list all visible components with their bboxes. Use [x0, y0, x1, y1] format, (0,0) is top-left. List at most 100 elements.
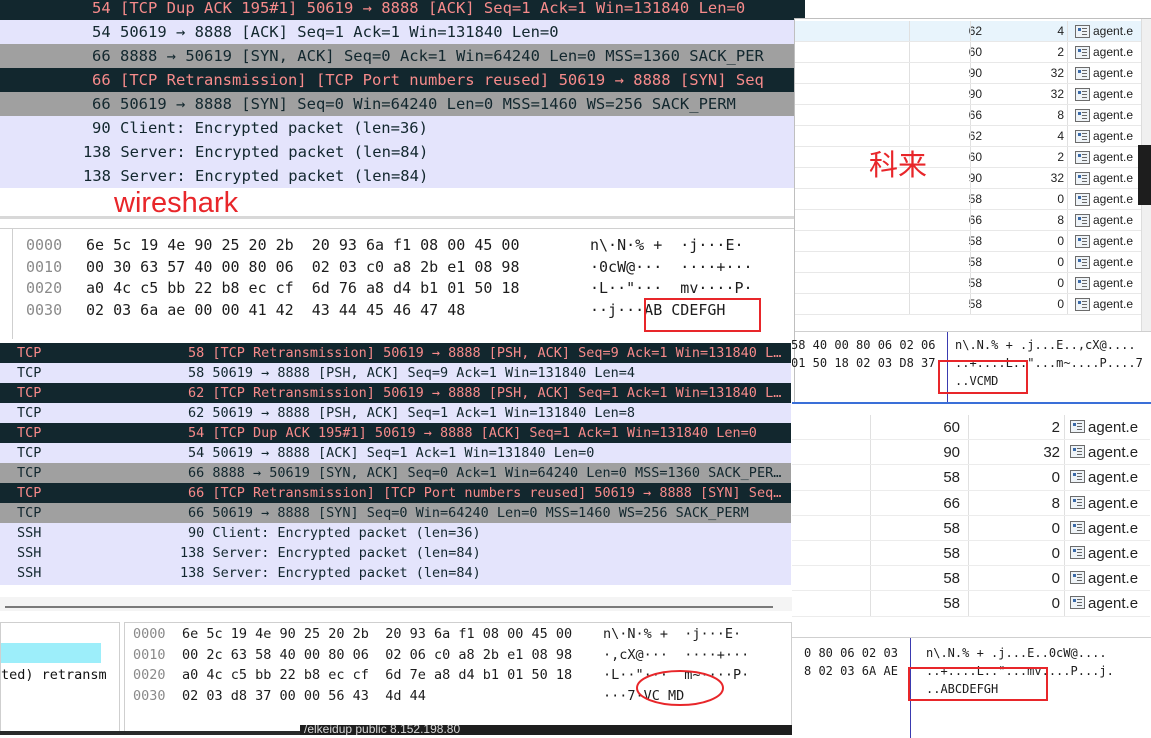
highlight-box-abcdefgh [644, 298, 761, 332]
kelai-row[interactable]: 58 0 agent.e [795, 252, 1142, 273]
packet-row[interactable]: TCP 58 [TCP Retransmission] 50619 → 8888 … [0, 343, 791, 363]
process-icon [1070, 571, 1085, 585]
process-name: agent.e [1093, 150, 1134, 164]
packet-row[interactable]: 66 [TCP Retransmission] [TCP Port number… [0, 68, 805, 92]
packet-info: 54 [TCP Dup ACK 195#1] 50619 → 8888 [ACK… [92, 0, 746, 17]
column-divider [968, 465, 969, 490]
packet-info: 66 8888 → 50619 [SYN, ACK] Seq=0 Ack=1 W… [92, 47, 764, 65]
column-divider [970, 168, 971, 188]
column-divider [909, 63, 910, 83]
column-divider [968, 591, 969, 616]
process-name: agent.e [1088, 444, 1139, 462]
packet-row[interactable]: TCP 66 50619 → 8888 [SYN] Seq=0 Win=64240… [0, 503, 791, 523]
payload-length: 8 [1057, 213, 1064, 227]
kelai-row[interactable]: 62 4 agent.e [795, 126, 1142, 147]
kelai-row[interactable]: 58 0 agent.e [792, 515, 1150, 541]
packet-row[interactable]: TCP 54 [TCP Dup ACK 195#1] 50619 → 8888 [… [0, 423, 791, 443]
kelai-row[interactable]: 90 32 agent.e [795, 63, 1142, 84]
packet-row[interactable]: TCP 54 50619 → 8888 [ACK] Seq=1 Ack=1 Win… [0, 443, 791, 463]
payload-length: 32 [1050, 171, 1064, 185]
column-divider [909, 84, 910, 104]
hex-ascii: ·0cW@··· ····+··· [590, 257, 753, 276]
highlight-box-abcdefgh-kelai [908, 667, 1048, 701]
kelai-row[interactable]: 58 0 agent.e [795, 231, 1142, 252]
packet-info: 138 Server: Encrypted packet (len=84) [180, 545, 481, 561]
kelai-row[interactable]: 60 2 agent.e [795, 42, 1142, 63]
column-divider [970, 21, 971, 41]
column-divider [1067, 252, 1068, 272]
column-divider [1064, 591, 1065, 616]
packet-row[interactable]: SSH 138 Server: Encrypted packet (len=84) [0, 543, 791, 563]
kelai-row[interactable]: 90 32 agent.e [795, 84, 1142, 105]
packet-row[interactable]: TCP 66 [TCP Retransmission] [TCP Port num… [0, 483, 791, 503]
payload-length: 32 [1043, 444, 1060, 462]
process-icon [1075, 172, 1090, 185]
hex-bytes: 6e 5c 19 4e 90 25 20 2b 20 93 6a f1 08 0… [182, 626, 573, 642]
packet-row[interactable]: SSH 138 Server: Encrypted packet (len=84) [0, 563, 791, 583]
kelai-row[interactable]: 60 2 agent.e [792, 415, 1150, 441]
process-icon [1075, 130, 1090, 143]
highlight-box-vcmd [938, 360, 1028, 394]
process-icon [1075, 298, 1090, 311]
hex-bytes: 6e 5c 19 4e 90 25 20 2b 20 93 6a f1 08 0… [86, 236, 520, 254]
pane-separator [0, 216, 805, 219]
payload-length: 0 [1051, 519, 1060, 537]
kelai-row[interactable]: 66 8 agent.e [795, 105, 1142, 126]
packet-row[interactable]: 54 [TCP Dup ACK 195#1] 50619 → 8888 [ACK… [0, 0, 805, 20]
process-icon [1075, 25, 1090, 38]
packet-row[interactable]: SSH 90 Client: Encrypted packet (len=36) [0, 523, 791, 543]
packet-row[interactable]: 54 50619 → 8888 [ACK] Seq=1 Ack=1 Win=13… [0, 20, 805, 44]
kelai-row[interactable]: 58 0 agent.e [792, 541, 1150, 567]
packet-row[interactable]: TCP 58 50619 → 8888 [PSH, ACK] Seq=9 Ack=… [0, 363, 791, 383]
hex-ascii: ·L··"··· mv····P· [590, 279, 753, 297]
payload-length: 2 [1057, 150, 1064, 164]
packet-protocol: TCP [17, 485, 42, 501]
packet-row[interactable]: 66 8888 → 50619 [SYN, ACK] Seq=0 Ack=1 W… [0, 44, 805, 68]
kelai-row[interactable]: 58 0 agent.e [792, 566, 1150, 592]
kelai-row[interactable]: 90 32 agent.e [792, 440, 1150, 466]
kelai-row[interactable]: 90 32 agent.e [795, 168, 1142, 189]
column-divider [1064, 566, 1065, 591]
hex-bytes: a0 4c c5 bb 22 b8 ec cf 6d 7e a8 d4 b1 0… [182, 667, 573, 683]
kelai-hex-bytes: 58 40 00 80 06 02 06 [791, 338, 936, 352]
process-name: agent.e [1093, 276, 1134, 290]
payload-length: 0 [1051, 595, 1060, 613]
packet-info: 66 8888 → 50619 [SYN, ACK] Seq=0 Ack=1 W… [188, 465, 782, 481]
packet-row[interactable]: TCP 62 50619 → 8888 [PSH, ACK] Seq=1 Ack=… [0, 403, 791, 423]
detail-selected-row[interactable] [1, 643, 101, 663]
kelai-row[interactable]: 66 8 agent.e [792, 490, 1150, 516]
process-name: agent.e [1088, 494, 1139, 512]
process-name: agent.e [1093, 108, 1134, 122]
process-icon [1075, 109, 1090, 122]
payload-length: 2 [1051, 419, 1060, 436]
column-divider [909, 273, 910, 293]
column-divider [968, 415, 969, 440]
packet-row[interactable]: 138 Server: Encrypted packet (len=84) [0, 164, 805, 188]
packet-row[interactable]: 66 50619 → 8888 [SYN] Seq=0 Win=64240 Le… [0, 92, 805, 116]
kelai-row[interactable]: 58 0 agent.e [792, 465, 1150, 491]
process-name: agent.e [1093, 129, 1134, 143]
column-divider [1067, 84, 1068, 104]
packet-row[interactable]: TCP 62 [TCP Retransmission] 50619 → 8888 … [0, 383, 791, 403]
payload-length: 4 [1057, 24, 1064, 38]
kelai-row[interactable]: 62 4 agent.e [795, 21, 1142, 42]
kelai-row[interactable]: 60 2 agent.e [795, 147, 1142, 168]
packet-row[interactable]: 138 Server: Encrypted packet (len=84) [0, 140, 805, 164]
payload-length: 0 [1057, 276, 1064, 290]
payload-length: 0 [1057, 297, 1064, 311]
kelai-row[interactable]: 58 0 agent.e [795, 294, 1142, 315]
hex-offset: 0000 [26, 236, 63, 254]
kelai-row[interactable]: 58 0 agent.e [795, 189, 1142, 210]
packet-row[interactable]: 90 Client: Encrypted packet (len=36) [0, 116, 805, 140]
horizontal-scrollbar[interactable] [0, 597, 792, 611]
packet-protocol: TCP [17, 405, 42, 421]
column-divider [909, 21, 910, 41]
packet-row[interactable]: TCP 66 8888 → 50619 [SYN, ACK] Seq=0 Ack=… [0, 463, 791, 483]
process-name: agent.e [1093, 234, 1134, 248]
process-icon [1070, 546, 1085, 559]
wireshark-bottom-window: TCP 58 [TCP Retransmission] 50619 → 8888 … [0, 340, 792, 735]
kelai-row[interactable]: 66 8 agent.e [795, 210, 1142, 231]
kelai-bottom-rows: 60 2 agent.e 90 32 agent.e 58 0 agent.e 66 8 agent.… [792, 404, 1151, 622]
kelai-row[interactable]: 58 0 agent.e [792, 591, 1150, 617]
kelai-row[interactable]: 58 0 agent.e [795, 273, 1142, 294]
